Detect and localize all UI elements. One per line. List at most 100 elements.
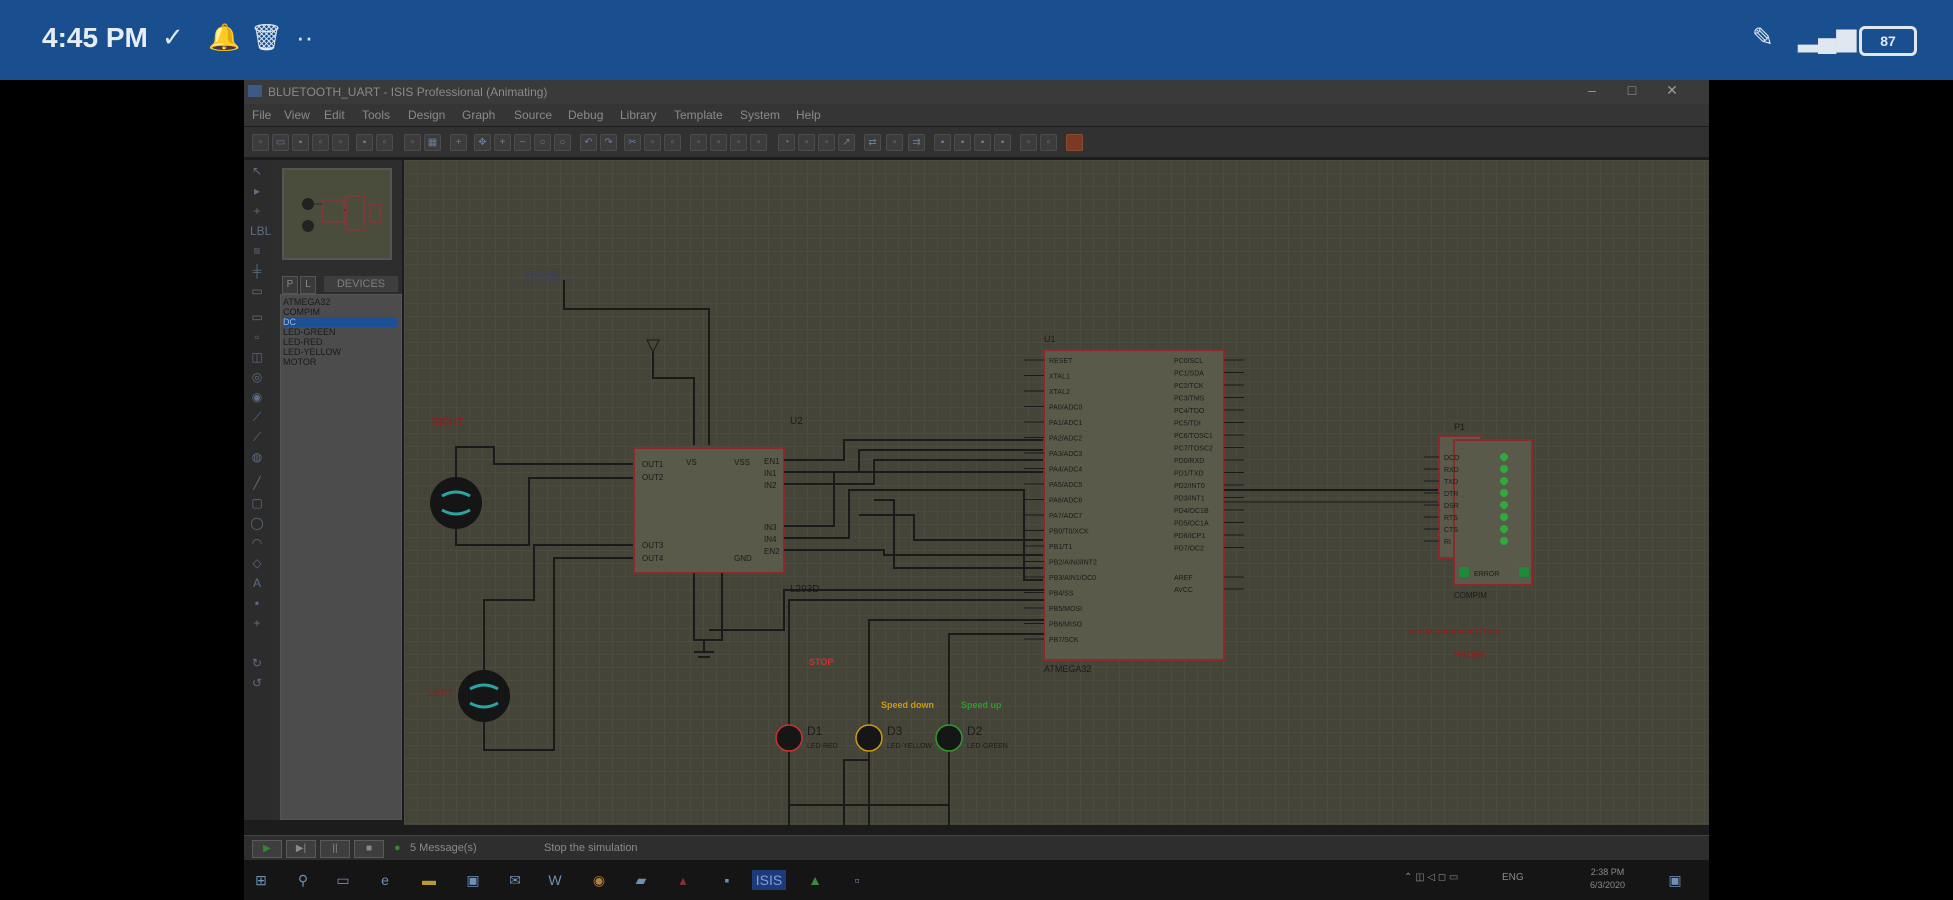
arc-icon[interactable]: ◠ (250, 536, 264, 550)
app-icon[interactable]: ▫ (846, 870, 868, 890)
ares-icon[interactable] (1066, 134, 1083, 151)
new-file-icon[interactable]: ▫ (252, 134, 269, 151)
packaging-icon[interactable]: ▫ (818, 134, 835, 151)
text-icon[interactable]: A (250, 576, 264, 590)
list-item[interactable]: LED-GREEN (283, 327, 397, 337)
make-device-icon[interactable]: ▫ (798, 134, 815, 151)
block-rotate-icon[interactable]: ▫ (730, 134, 747, 151)
list-item[interactable]: LED-RED (283, 337, 397, 347)
library-manager-button[interactable]: L (300, 276, 316, 294)
remove-sheet-icon[interactable]: ▪ (954, 134, 971, 151)
menu-system[interactable]: System (740, 108, 780, 122)
overview-preview[interactable] (282, 168, 392, 260)
led-led-yellow[interactable] (855, 724, 883, 752)
edge-icon[interactable]: e (374, 870, 396, 890)
marker-icon[interactable]: + (250, 616, 264, 630)
word-icon[interactable]: W (544, 870, 566, 890)
zoom-in-icon[interactable]: + (494, 134, 511, 151)
list-item[interactable]: MOTOR (283, 357, 397, 367)
pick-device-icon[interactable]: ◔ (778, 134, 795, 151)
origin-icon[interactable]: + (450, 134, 467, 151)
maximize-button[interactable]: □ (1614, 82, 1650, 102)
schematic-canvas[interactable]: VBV500 RIGHT LEFT U2 L293D OUT1 OUT2 OUT… (404, 160, 1709, 825)
save-icon[interactable]: ▪ (292, 134, 309, 151)
electrical-check-icon[interactable]: ▫ (1020, 134, 1037, 151)
probe-voltage-icon[interactable]: ⟋ (250, 410, 264, 424)
property-tool-icon[interactable]: ⇉ (908, 134, 925, 151)
probe-current-icon[interactable]: ⟋ (250, 430, 264, 444)
rotate-ccw-icon[interactable]: ↺ (250, 676, 264, 690)
export-icon[interactable]: ▫ (332, 134, 349, 151)
menu-view[interactable]: View (284, 108, 310, 122)
notification-icon[interactable]: ▣ (1664, 870, 1686, 890)
circle-icon[interactable]: ◯ (250, 516, 264, 530)
motor-right[interactable] (430, 477, 482, 529)
generator-icon[interactable]: ◉ (250, 390, 264, 404)
virtual-instrument-icon[interactable]: ◍ (250, 450, 264, 464)
task-view-icon[interactable]: ▭ (332, 870, 354, 890)
block-copy-icon[interactable]: ▫ (690, 134, 707, 151)
menu-source[interactable]: Source (514, 108, 552, 122)
tape-icon[interactable]: ◎ (250, 370, 264, 384)
bom-icon[interactable]: ▪ (994, 134, 1011, 151)
led-led-green[interactable] (935, 724, 963, 752)
close-button[interactable]: ✕ (1654, 82, 1690, 102)
zoom-area-icon[interactable]: ○ (554, 134, 571, 151)
message-count[interactable]: 5 Message(s) (410, 842, 477, 854)
subcircuit-icon[interactable]: ▭ (250, 284, 264, 298)
new-sheet-icon[interactable]: ▪ (934, 134, 951, 151)
rotate-cw-icon[interactable]: ↻ (250, 656, 264, 670)
undo-icon[interactable]: ↶ (580, 134, 597, 151)
decompose-icon[interactable]: ↗ (838, 134, 855, 151)
cut-icon[interactable]: ✂ (624, 134, 641, 151)
area-icon[interactable]: ▫ (376, 134, 393, 151)
list-item[interactable]: LED-YELLOW (283, 347, 397, 357)
list-item-selected[interactable]: DC (283, 317, 397, 327)
file-explorer-icon[interactable]: ▬ (418, 870, 440, 890)
menu-library[interactable]: Library (620, 108, 657, 122)
graph-icon[interactable]: ◫ (250, 350, 264, 364)
terminal-icon[interactable]: ▭ (250, 310, 264, 324)
menu-tools[interactable]: Tools (362, 108, 390, 122)
taskbar-clock[interactable]: 2:38 PM 6/3/2020 (1590, 866, 1625, 892)
tray-icons[interactable]: ⌃ ◫ ◁ ◻ ▭ (1404, 872, 1458, 883)
search-icon[interactable]: ⚲ (292, 870, 314, 890)
play-button[interactable]: ▶ (252, 840, 282, 858)
led-led-red[interactable] (775, 724, 803, 752)
step-button[interactable]: ▶| (286, 840, 316, 858)
menu-debug[interactable]: Debug (568, 108, 603, 122)
wire-autorouter-icon[interactable]: ⇄ (864, 134, 881, 151)
menu-design[interactable]: Design (408, 108, 445, 122)
app-icon[interactable]: ▲ (804, 870, 826, 890)
refresh-icon[interactable]: ▫ (404, 134, 421, 151)
block-move-icon[interactable]: ▫ (710, 134, 727, 151)
goto-sheet-icon[interactable]: ▪ (974, 134, 991, 151)
grid-icon[interactable]: ▦ (424, 134, 441, 151)
redo-icon[interactable]: ↷ (600, 134, 617, 151)
pick-devices-button[interactable]: P (282, 276, 298, 294)
label-icon[interactable]: LBL (250, 224, 271, 238)
text-script-icon[interactable]: ≡ (250, 244, 264, 258)
app-icon[interactable]: ▪ (716, 870, 738, 890)
box-icon[interactable]: ▢ (250, 496, 264, 510)
mail-icon[interactable]: ✉ (504, 870, 526, 890)
app-icon[interactable]: ▰ (630, 870, 652, 890)
start-icon[interactable]: ⊞ (250, 870, 272, 890)
select-mode-icon[interactable]: ↖ (250, 164, 264, 178)
pan-icon[interactable]: ✥ (474, 134, 491, 151)
symbol-icon[interactable]: ▪ (250, 596, 264, 610)
minimize-button[interactable]: – (1574, 82, 1610, 102)
language-indicator[interactable]: ENG (1502, 872, 1524, 883)
list-item[interactable]: ATMEGA32 (283, 297, 397, 307)
app-icon[interactable]: ▴ (672, 870, 694, 890)
zoom-out-icon[interactable]: − (514, 134, 531, 151)
line-icon[interactable]: ╱ (250, 476, 264, 490)
junction-icon[interactable]: + (250, 204, 264, 218)
pause-button[interactable]: || (320, 840, 350, 858)
pin-icon[interactable]: ▫ (250, 330, 264, 344)
list-item[interactable]: COMPIM (283, 307, 397, 317)
menu-graph[interactable]: Graph (462, 108, 495, 122)
block-delete-icon[interactable]: ▫ (750, 134, 767, 151)
paste-icon[interactable]: ▫ (664, 134, 681, 151)
menu-edit[interactable]: Edit (324, 108, 345, 122)
